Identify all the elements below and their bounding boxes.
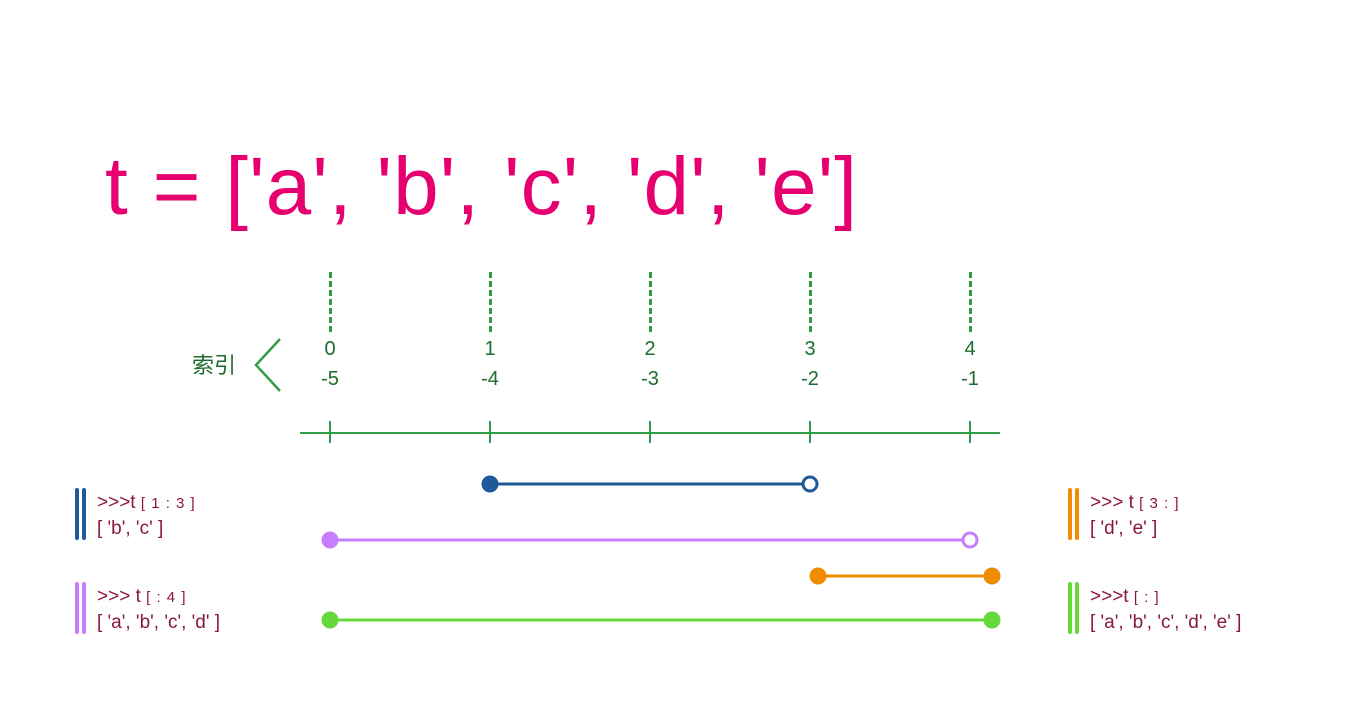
seg-full-filled-dot	[985, 613, 999, 627]
index-bracket-icon	[250, 335, 290, 395]
var: t	[1123, 586, 1128, 607]
axis-tick-3	[809, 421, 811, 443]
seg-0-4-open-dot	[963, 533, 977, 547]
seg-1-3-filled-dot	[483, 477, 497, 491]
code-bar-icon	[1075, 582, 1079, 634]
index-label: 索引	[192, 348, 236, 380]
negative-index-1: -4	[470, 368, 510, 391]
positive-index-1: 1	[470, 338, 510, 361]
axis-tick-4	[969, 421, 971, 443]
seg-3-e-filled-dot	[985, 569, 999, 583]
slice-expr: [ : ]	[1134, 589, 1160, 606]
result: [ 'b', 'c' ]	[97, 518, 163, 539]
slice-expr: [ : 4 ]	[146, 589, 186, 606]
code-bar-icon	[75, 488, 79, 540]
code-bar-icon	[1068, 488, 1072, 540]
positive-index-4: 4	[950, 338, 990, 361]
prompt-var: >>> t	[97, 586, 141, 607]
negative-index-0: -5	[310, 368, 350, 391]
prompt-var: >>> t	[1090, 492, 1134, 513]
index-connector-1	[489, 272, 492, 332]
positive-index-3: 3	[790, 338, 830, 361]
index-connector-0	[329, 272, 332, 332]
negative-index-2: -3	[630, 368, 670, 391]
code-bar-icon	[82, 582, 86, 634]
seg-0-4-filled-dot	[323, 533, 337, 547]
positive-index-0: 0	[310, 338, 350, 361]
code-bar-icon	[1075, 488, 1079, 540]
seg-3-e-filled-dot	[811, 569, 825, 583]
axis-tick-1	[489, 421, 491, 443]
code-example-1: >>>t [ 1 : 3 ] [ 'b', 'c' ]	[97, 490, 196, 541]
axis-tick-2	[649, 421, 651, 443]
axis-tick-0	[329, 421, 331, 443]
negative-index-3: -2	[790, 368, 830, 391]
seg-1-3-open-dot	[803, 477, 817, 491]
prompt: >>>	[1090, 586, 1123, 607]
code-example-4: >>>t [ : ] [ 'a', 'b', 'c', 'd', 'e' ]	[1090, 584, 1241, 635]
code-example-3: >>> t [ 3 : ] [ 'd', 'e' ]	[1090, 490, 1180, 541]
index-connector-2	[649, 272, 652, 332]
index-connector-4	[969, 272, 972, 332]
seg-full-filled-dot	[323, 613, 337, 627]
list-definition-title: t = ['a', 'b', 'c', 'd', 'e']	[105, 140, 858, 234]
result: [ 'a', 'b', 'c', 'd', 'e' ]	[1090, 612, 1241, 633]
prompt: >>>	[97, 492, 130, 513]
result: [ 'a', 'b', 'c', 'd' ]	[97, 612, 220, 633]
var: t	[130, 492, 135, 513]
result: [ 'd', 'e' ]	[1090, 518, 1157, 539]
positive-index-2: 2	[630, 338, 670, 361]
slice-expr: [ 3 : ]	[1139, 495, 1179, 512]
code-bar-icon	[82, 488, 86, 540]
slice-expr: [ 1 : 3 ]	[141, 495, 196, 512]
index-connector-3	[809, 272, 812, 332]
negative-index-4: -1	[950, 368, 990, 391]
code-example-2: >>> t [ : 4 ] [ 'a', 'b', 'c', 'd' ]	[97, 584, 220, 635]
code-bar-icon	[75, 582, 79, 634]
code-bar-icon	[1068, 582, 1072, 634]
diagram-stage: t = ['a', 'b', 'c', 'd', 'e'] 0 -5 1 -4 2 -3 3…	[0, 0, 1366, 720]
